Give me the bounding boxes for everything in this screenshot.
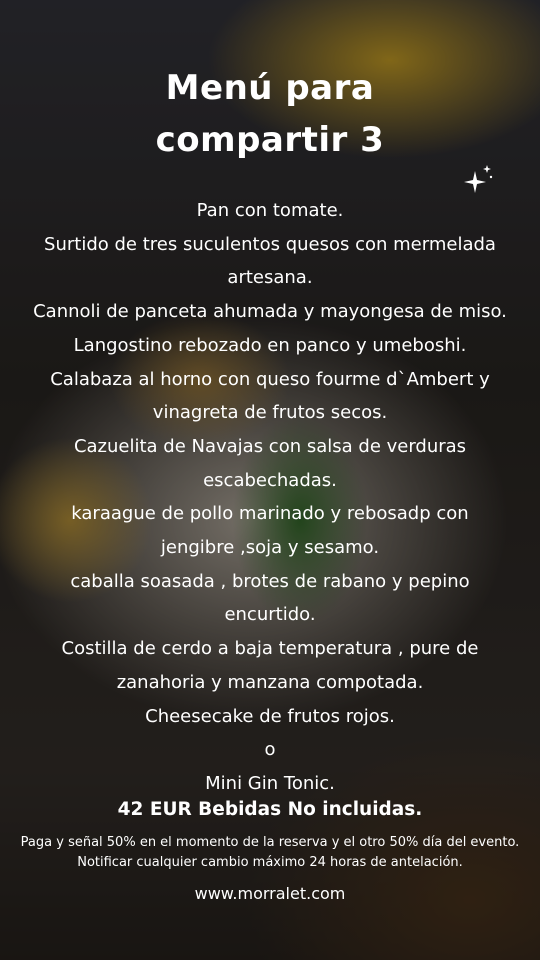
sparkle-icon — [464, 165, 493, 193]
menu-item: Cheesecake de frutos rojos. — [145, 705, 395, 727]
website-link[interactable]: www.morralet.com — [0, 880, 540, 908]
payment-note-line-2: Notificar cualquier cambio máximo 24 hor… — [77, 855, 463, 870]
menu-item: caballa soasada , brotes de rabano y pep… — [70, 570, 470, 592]
menu-item: Calabaza al horno con queso fourme d`Amb… — [50, 368, 490, 390]
menu-item: Costilla de cerdo a baja temperatura , p… — [61, 638, 479, 660]
menu-item: Cannoli de panceta ahumada y mayongesa d… — [33, 301, 507, 323]
menu-card: Menú para compartir 3 Pan con tomate. Su… — [0, 0, 540, 960]
menu-item: zanahoria y manzana compotada. — [116, 671, 424, 693]
menu-list: Pan con tomate. Surtido de tres suculent… — [10, 194, 530, 801]
title-line-2: compartir 3 — [155, 120, 385, 160]
menu-item: Pan con tomate. — [196, 200, 344, 221]
title-line-1: Menú para — [165, 68, 375, 108]
menu-item: artesana. — [227, 267, 313, 289]
menu-item: jengibre ,soja y sesamo. — [160, 537, 380, 559]
menu-item: Langostino rebozado en panco y umeboshi. — [73, 334, 467, 356]
menu-item: Surtido de tres suculentos quesos con me… — [44, 233, 496, 255]
menu-item: Cazuelita de Navajas con salsa de verdur… — [73, 435, 467, 457]
payment-note: Paga y señal 50% en el momento de la res… — [0, 833, 540, 873]
menu-item: vinagreta de frutos secos. — [152, 402, 388, 424]
payment-note-line-1: Paga y señal 50% en el momento de la res… — [20, 835, 520, 850]
menu-item: karaague de pollo marinado y rebosadp co… — [71, 503, 469, 525]
price-line: 42 EUR Bebidas No incluidas. — [117, 799, 423, 820]
menu-item: encurtido. — [224, 604, 316, 626]
menu-item: escabechadas. — [203, 469, 337, 491]
page-title: Menú para compartir 3 — [0, 62, 540, 166]
menu-item: o — [264, 739, 276, 761]
